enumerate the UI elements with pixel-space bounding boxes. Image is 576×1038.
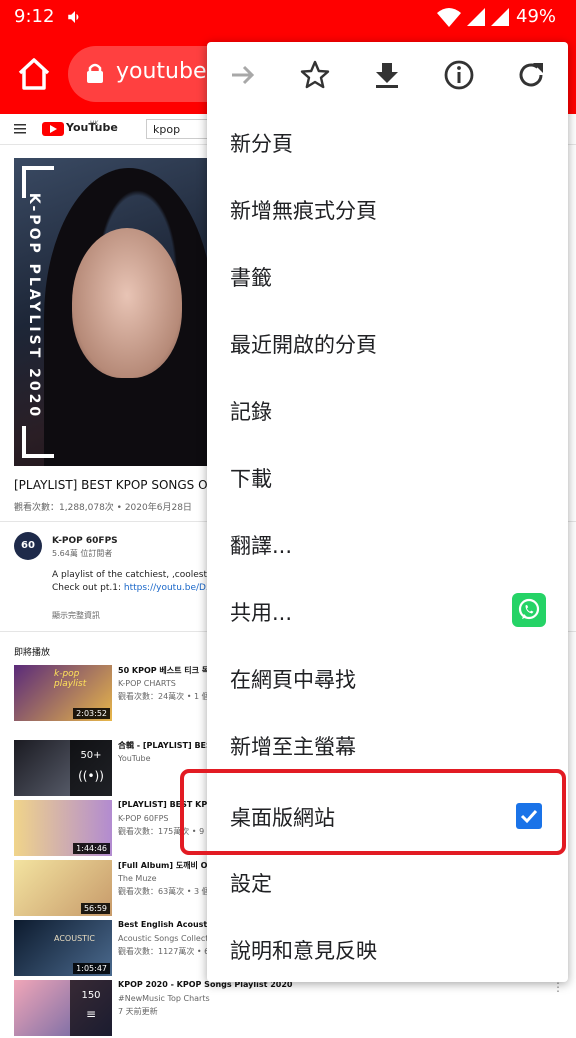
menu-item-new-incognito-tab[interactable]: 新增無痕式分頁 bbox=[207, 175, 568, 242]
menu-item-label: 新分頁 bbox=[230, 132, 293, 156]
annotation-highlight bbox=[180, 769, 566, 855]
video-thumbnail[interactable]: 56:59 bbox=[14, 860, 112, 916]
video-meta: 觀看次數：1,288,078次 • 2020年6月28日 bbox=[14, 503, 192, 513]
menu-item-find-in-page[interactable]: 在網頁中尋找 bbox=[207, 644, 568, 711]
battery-level: 49% bbox=[516, 6, 557, 27]
menu-item-label: 最近開啟的分頁 bbox=[230, 333, 377, 357]
related-title: 50 KPOP 베스트 티크 독 ... bbox=[118, 666, 222, 675]
lock-icon bbox=[87, 63, 103, 83]
thumb-text: ACOUSTIC bbox=[54, 934, 95, 943]
menu-item-recent-tabs[interactable]: 最近開啟的分頁 bbox=[207, 309, 568, 376]
menu-item-label: 設定 bbox=[230, 872, 272, 896]
frame-bracket-bottom bbox=[22, 426, 54, 458]
menu-item-history[interactable]: 記錄 bbox=[207, 376, 568, 443]
status-bar: 9:12 49% bbox=[0, 0, 576, 34]
channel-name[interactable]: K-POP 60FPS bbox=[52, 536, 118, 546]
related-channel: YouTube bbox=[118, 754, 151, 763]
menu-item-label: 書籤 bbox=[230, 266, 272, 290]
info-icon[interactable] bbox=[443, 59, 475, 91]
region-label: HK bbox=[90, 120, 99, 127]
menu-item-label: 記錄 bbox=[230, 400, 272, 424]
menu-item-help-feedback[interactable]: 說明和意見反映 bbox=[207, 915, 568, 982]
menu-item-settings[interactable]: 設定 bbox=[207, 848, 568, 915]
related-views: 觀看次數：63萬次 • 3 個... bbox=[118, 887, 218, 896]
menu-item-new-tab[interactable]: 新分頁 bbox=[207, 108, 568, 175]
playlist-overlay: 50+ ((•)) bbox=[70, 740, 112, 796]
playlist-count: 50+ bbox=[80, 750, 102, 761]
menu-item-label: 新增至主螢幕 bbox=[230, 735, 356, 759]
up-next-heading: 即將播放 bbox=[14, 648, 51, 658]
live-icon: ((•)) bbox=[78, 769, 104, 783]
menu-item-downloads[interactable]: 下載 bbox=[207, 443, 568, 510]
video-duration: 1:44:46 bbox=[73, 843, 110, 854]
menu-item-label: 共用... bbox=[230, 601, 293, 625]
related-views: 7 天前更新 bbox=[118, 1007, 158, 1016]
hero-face bbox=[72, 228, 182, 378]
video-thumbnail[interactable]: ACOUSTIC 1:05:47 bbox=[14, 920, 112, 976]
thumb-text: k-pop playlist bbox=[54, 669, 87, 689]
description-prefix: Check out pt.1: bbox=[52, 583, 124, 593]
home-icon[interactable] bbox=[16, 56, 52, 92]
menu-item-label: 翻譯... bbox=[230, 534, 293, 558]
menu-item-bookmarks[interactable]: 書籤 bbox=[207, 242, 568, 309]
hero-overlay-text: K-POP PLAYLIST 2020 bbox=[26, 192, 42, 420]
related-channel: K-POP CHARTS bbox=[118, 679, 176, 688]
signal-icon-2 bbox=[491, 8, 509, 26]
show-more-link[interactable]: 顯示完整資訊 bbox=[52, 610, 100, 621]
channel-avatar[interactable]: 60 bbox=[14, 532, 42, 560]
video-duration: 56:59 bbox=[80, 903, 110, 914]
forward-icon[interactable] bbox=[227, 59, 259, 91]
playlist-overlay: 150 ≡ bbox=[70, 980, 112, 1036]
download-icon[interactable] bbox=[371, 59, 403, 91]
menu-icon[interactable] bbox=[14, 124, 26, 134]
whatsapp-icon[interactable] bbox=[512, 593, 546, 627]
related-channel: #NewMusic Top Charts bbox=[118, 994, 210, 1003]
menu-item-share[interactable]: 共用... bbox=[207, 577, 568, 644]
wifi-icon bbox=[437, 8, 461, 27]
status-time: 9:12 bbox=[14, 6, 55, 27]
video-thumbnail[interactable]: 150 ≡ bbox=[14, 980, 112, 1036]
menu-item-label: 新增無痕式分頁 bbox=[230, 199, 377, 223]
playlist-count: 150 bbox=[81, 990, 101, 1001]
playlist-icon: ≡ bbox=[85, 1007, 97, 1021]
related-video[interactable]: 150 ≡ KPOP 2020 - KPOP Songs Playlist 20… bbox=[14, 980, 574, 1038]
whatsapp-glyph bbox=[518, 598, 540, 620]
menu-item-translate[interactable]: 翻譯... bbox=[207, 510, 568, 577]
menu-item-label: 說明和意見反映 bbox=[230, 939, 377, 963]
menu-item-add-to-home-screen[interactable]: 新增至主螢幕 bbox=[207, 711, 568, 778]
related-channel: Acoustic Songs Collection bbox=[118, 934, 221, 943]
more-options-icon[interactable]: ⋮ bbox=[552, 980, 564, 994]
signal-icon bbox=[467, 8, 485, 26]
video-thumbnail[interactable]: k-pop playlist 2:03:52 bbox=[14, 665, 112, 721]
volume-icon bbox=[68, 11, 79, 23]
refresh-icon[interactable] bbox=[515, 59, 547, 91]
video-player[interactable]: K-POP PLAYLIST 2020 bbox=[14, 158, 214, 466]
related-views: 觀看次數：24萬次 • 1 個月 bbox=[118, 692, 218, 701]
menu-item-label: 在網頁中尋找 bbox=[230, 668, 356, 692]
video-duration: 2:03:52 bbox=[73, 708, 110, 719]
related-channel: K-POP 60FPS bbox=[118, 814, 169, 823]
star-icon[interactable] bbox=[299, 59, 331, 91]
youtube-logo-icon[interactable] bbox=[42, 122, 64, 136]
video-duration: 1:05:47 bbox=[73, 963, 110, 974]
video-thumbnail[interactable]: 50+ ((•)) bbox=[14, 740, 112, 796]
menu-item-label: 下載 bbox=[230, 467, 272, 491]
channel-subscribers: 5.64萬 位訂閱者 bbox=[52, 549, 113, 558]
video-thumbnail[interactable]: 1:44:46 bbox=[14, 800, 112, 856]
menu-action-bar bbox=[207, 42, 568, 108]
related-channel: The Muze bbox=[118, 874, 157, 883]
